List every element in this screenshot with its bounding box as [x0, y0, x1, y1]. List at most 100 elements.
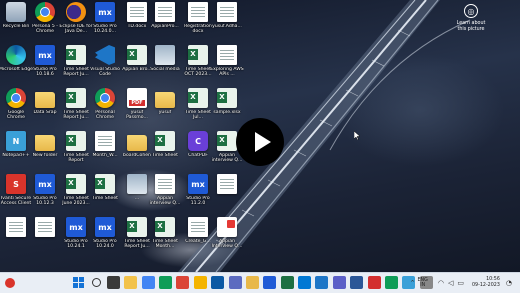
- desktop-icon[interactable]: S Ivanti Secure Access Client: [0, 174, 32, 214]
- chrome-icon: [35, 2, 55, 22]
- clock[interactable]: 10:56 09-12-2023: [472, 277, 500, 288]
- doc-icon: [188, 2, 208, 22]
- desktop-icon[interactable]: Registration docx: [182, 2, 214, 42]
- desktop-icon-label: yusuf.Adha...: [212, 24, 242, 29]
- desktop-icon[interactable]: mx Studio Pro 10.24.0: [89, 217, 121, 257]
- desktop-icon[interactable]: Eclipse IDE for Java De...: [59, 2, 93, 42]
- system-tray: ⌃ ENG IN ◠ ◁ ▭ 10:56 09-12-2023 ◔: [408, 273, 514, 293]
- vscode-icon[interactable]: [315, 276, 329, 289]
- folder-icon[interactable]: [245, 276, 259, 289]
- desktop-icon[interactable]: Personal Chrome: [89, 88, 121, 128]
- desktop-icon[interactable]: AppianPro...: [149, 2, 181, 42]
- excel-icon: [217, 131, 237, 151]
- doc-icon: [217, 2, 237, 22]
- desktop-icon[interactable]: mx Studio Pro 10.18.6: [29, 45, 61, 85]
- excel-icon: [155, 131, 175, 151]
- task-view-icon[interactable]: [106, 276, 120, 289]
- store-icon[interactable]: [228, 276, 242, 289]
- desktop-icon[interactable]: Visual Studio Code: [89, 45, 121, 85]
- desktop-icon[interactable]: Persona 5 - Chrome: [29, 2, 61, 42]
- desktop-icon[interactable]: Time Sheet Report Ju...: [60, 45, 92, 85]
- wifi-icon[interactable]: ◠: [438, 279, 444, 287]
- recycle-icon: [6, 2, 26, 22]
- desktop-icon[interactable]: yusuf: [149, 88, 181, 128]
- desktop-icon[interactable]: Google Chrome: [0, 88, 32, 128]
- desktop-icon[interactable]: C ChatPDF: [182, 131, 214, 171]
- volume-icon[interactable]: ◁: [448, 279, 453, 287]
- word-icon[interactable]: [350, 276, 364, 289]
- desktop-icon[interactable]: N Notepad++: [0, 131, 32, 171]
- desktop-icon-label: Visual Studio Code: [90, 67, 120, 78]
- acrobat-icon[interactable]: [367, 276, 381, 289]
- start-icon[interactable]: [72, 276, 85, 289]
- notification-bell-icon[interactable]: ◔: [506, 279, 512, 287]
- learn-about-picture-label: Learn about this picture: [456, 21, 486, 32]
- file-explorer-icon[interactable]: [124, 276, 138, 289]
- mx-icon: mx: [95, 2, 115, 22]
- excel-icon: [155, 217, 175, 237]
- search-icon[interactable]: [90, 276, 103, 289]
- learn-about-picture[interactable]: ◎ Learn about this picture: [452, 4, 490, 32]
- desktop-icon[interactable]: Time Sheet OCT 2023...: [182, 45, 214, 85]
- desktop-icon[interactable]: Time Sheet: [149, 131, 181, 171]
- play-button[interactable]: [236, 118, 284, 166]
- widgets-icon: [5, 278, 15, 288]
- desktop-icon[interactable]: Time Sheet Month...: [149, 217, 181, 257]
- desktop-icon[interactable]: [29, 217, 61, 257]
- chrome-profile-3-icon[interactable]: [193, 276, 207, 289]
- excel-icon: [188, 88, 208, 108]
- language-indicator[interactable]: ENG IN: [418, 278, 428, 289]
- doc-icon: [217, 174, 237, 194]
- desktop-icon[interactable]: Appian Interview Q...: [211, 217, 243, 257]
- excel-icon: [127, 217, 147, 237]
- desktop-icon-label: Studio Pro 10.12.3: [33, 196, 57, 207]
- desktop-icon-label: [210, 196, 244, 207]
- excel-icon[interactable]: [280, 276, 294, 289]
- desktop-icon[interactable]: Month_W...: [89, 131, 121, 171]
- battery-icon[interactable]: ▭: [457, 279, 464, 287]
- folder-icon: [127, 135, 147, 151]
- desktop-icon-label: Studio Pro 10.24.0...: [93, 24, 117, 35]
- desktop-icon[interactable]: sample.xlsx: [211, 88, 243, 128]
- desktop-icon[interactable]: Time Sheet Report: [60, 131, 92, 171]
- desktop-icon-label: Time Sheet: [152, 153, 178, 158]
- desktop-icon[interactable]: Time Sheet: [89, 174, 121, 214]
- desktop-icon[interactable]: mx Studio Pro 10.24.1: [60, 217, 92, 257]
- chrome-icon: [6, 88, 26, 108]
- notepad-icon: N: [6, 131, 26, 151]
- desktop-icon[interactable]: New folder: [29, 131, 61, 171]
- desktop-icon[interactable]: [211, 174, 243, 214]
- chrome-profile-icon[interactable]: [159, 276, 173, 289]
- chrome-profile-2-icon[interactable]: [176, 276, 190, 289]
- desktop-icon[interactable]: mx Studio Pro 11.2.0: [182, 174, 214, 214]
- desktop-icon[interactable]: Create_G...: [182, 217, 214, 257]
- taskbar: ⌃ ENG IN ◠ ◁ ▭ 10:56 09-12-2023 ◔: [0, 272, 520, 293]
- desktop-icon[interactable]: Time Sheet Report Ju...: [60, 88, 92, 128]
- desktop-icon-label: Personal Chrome: [95, 110, 115, 121]
- desktop-icon[interactable]: Time Sheet Jul...: [182, 88, 214, 128]
- desktop-icon[interactable]: Social media: [149, 45, 181, 85]
- desktop-icon[interactable]: Time Sheet June 2023...: [60, 174, 92, 214]
- desktop: Recycle Bin Persona 5 - Chrome Eclipse IDE…: [0, 0, 520, 272]
- desktop-icon-label: Appian Interview Q...: [211, 239, 243, 250]
- desktop-icon[interactable]: [0, 217, 32, 257]
- desktop-icon-label: New folder: [32, 153, 58, 158]
- desktop-icon[interactable]: mx Studio Pro 10.12.3: [29, 174, 61, 214]
- desktop-icon[interactable]: mx Studio Pro 10.24.0...: [89, 2, 121, 42]
- edge-icon[interactable]: [211, 276, 225, 289]
- doc-icon: [127, 2, 147, 22]
- desktop-icon[interactable]: Exploring AWS APIs ...: [210, 45, 244, 85]
- eclipse-icon: [66, 2, 86, 22]
- sheets-icon[interactable]: [384, 276, 398, 289]
- mail-icon[interactable]: [298, 276, 312, 289]
- chrome-icon[interactable]: [141, 276, 155, 289]
- desktop-icon[interactable]: Data Srap: [29, 88, 61, 128]
- teams-icon[interactable]: [332, 276, 346, 289]
- desktop-icon[interactable]: Appian interview Q...: [149, 174, 181, 214]
- desktop-icon[interactable]: Recycle Bin: [0, 2, 32, 42]
- mx-icon[interactable]: [263, 276, 277, 289]
- desktop-icon[interactable]: Microsoft Edge: [0, 45, 33, 85]
- widgets-button[interactable]: [0, 278, 20, 288]
- desktop-icon[interactable]: yusuf.Adha...: [211, 2, 243, 42]
- chevron-up-icon[interactable]: ⌃: [410, 279, 416, 287]
